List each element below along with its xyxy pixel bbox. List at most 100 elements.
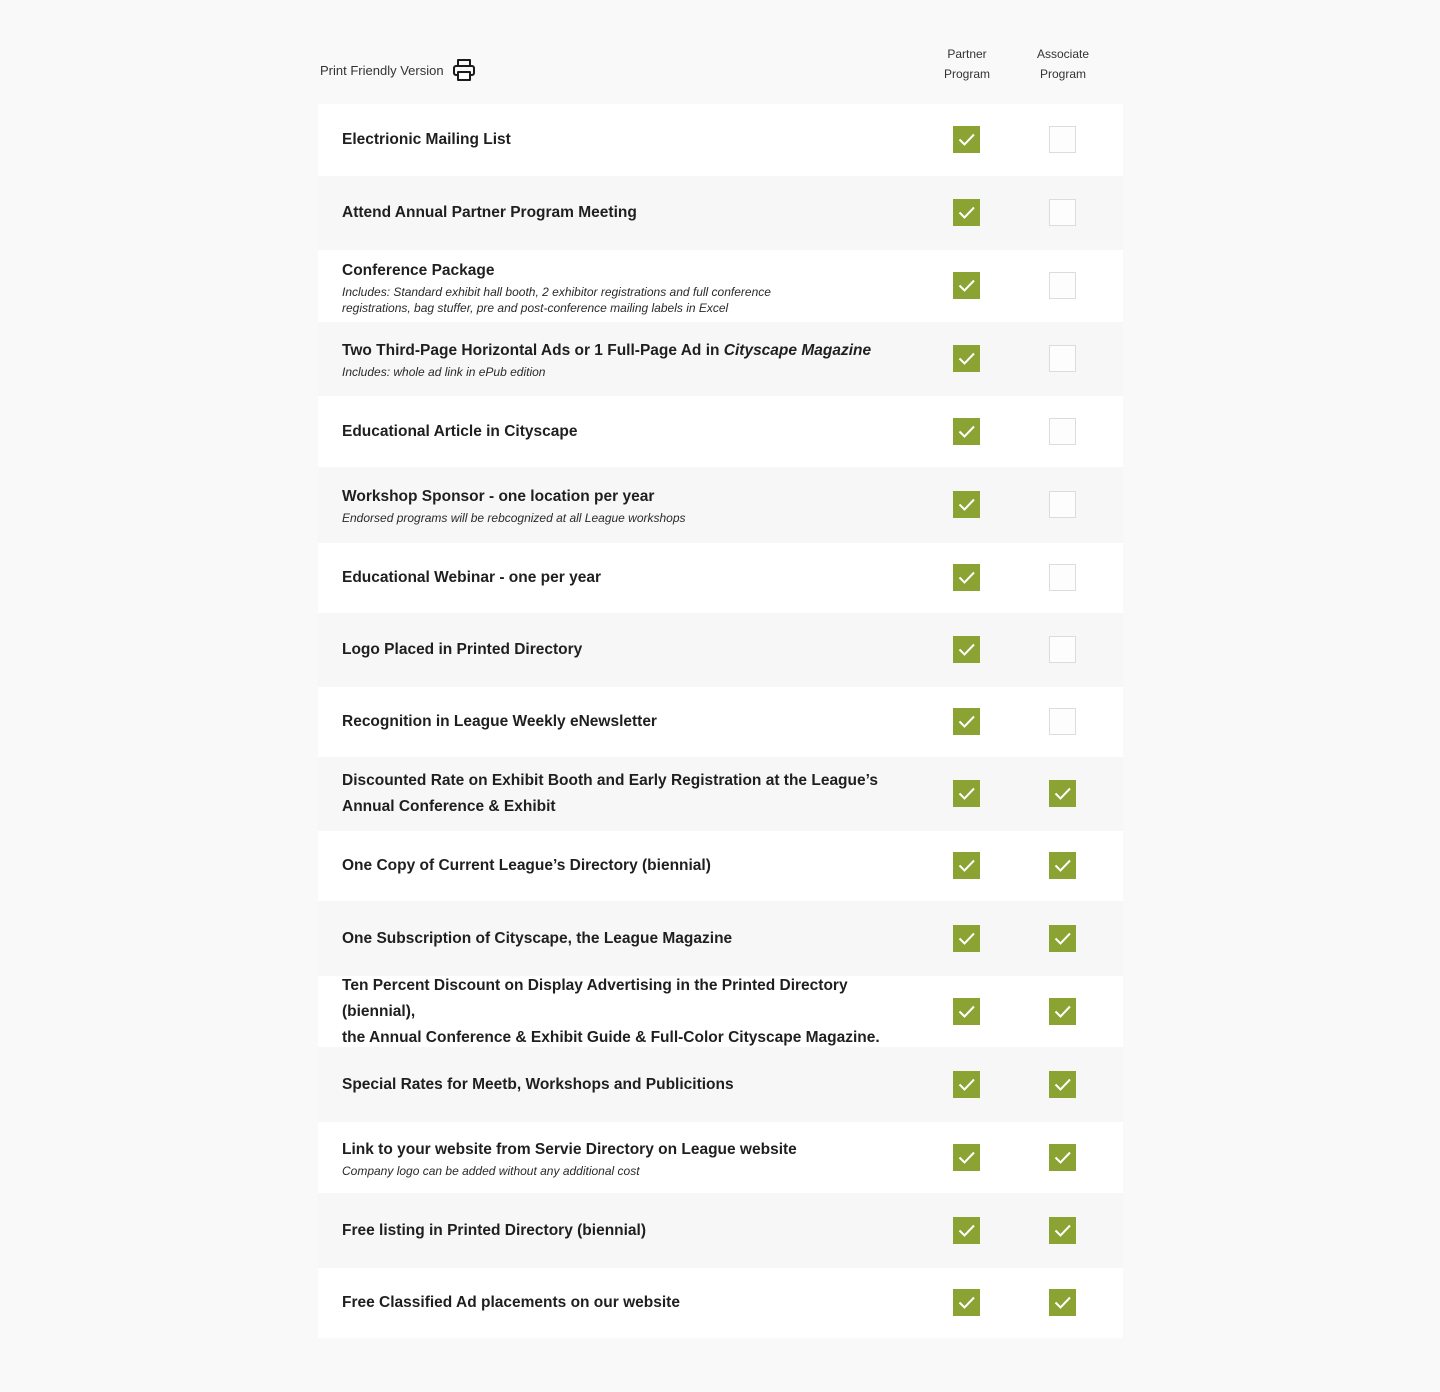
partner-checkbox [953, 852, 980, 879]
benefit-title: Attend Annual Partner Program Meeting [342, 204, 637, 221]
partner-checkbox [953, 1143, 980, 1171]
benefit-title: Educational Webinar - one per year [342, 569, 601, 586]
printer-icon [452, 58, 476, 82]
benefit-row: Workshop Sponsor - one location per year… [318, 467, 1123, 543]
column-header-partner-line2: Program [943, 67, 990, 81]
partner-checkbox [953, 345, 980, 372]
column-header-associate-line1: Associate [1036, 47, 1090, 61]
check-icon [1054, 1151, 1071, 1164]
benefit-title: Two Third-Page Horizontal Ads or 1 Full-… [342, 342, 724, 359]
benefit-row: Logo Placed in Printed Directory [318, 613, 1123, 687]
benefit-row: Conference Package Includes: Standard ex… [318, 250, 1123, 322]
check-icon [958, 206, 975, 219]
check-icon [958, 932, 975, 945]
check-icon [1054, 1005, 1071, 1018]
partner-checkbox [953, 491, 980, 518]
benefit-subtitle: Endorsed programs will be rebcognized at… [342, 511, 686, 525]
check-icon [958, 1296, 975, 1309]
benefit-row: Electrionic Mailing List [318, 104, 1123, 176]
partner-checkbox [953, 417, 980, 445]
partner-checkbox [953, 126, 980, 153]
benefit-title: Discounted Rate on Exhibit Booth and Ear… [342, 772, 878, 789]
benefit-title: Educational Article in Cityscape [342, 422, 578, 440]
partner-checkbox [953, 708, 980, 735]
benefit-row: One Subscription of Cityscape, the Leagu… [318, 901, 1123, 976]
column-header-associate: Associate Program [1018, 44, 1108, 84]
benefit-title: Free Classified Ad placements on our web… [342, 1294, 680, 1311]
partner-checkbox [953, 924, 980, 952]
benefits-comparison: Print Friendly Version Partner Program A… [318, 0, 1123, 1338]
partner-checkbox [953, 780, 980, 807]
benefit-title: Ten Percent Discount on Display Advertis… [342, 976, 848, 1020]
benefit-title: Logo Placed in Printed Directory [342, 641, 583, 658]
partner-checkbox [953, 636, 980, 663]
check-icon [1054, 787, 1071, 800]
check-icon [958, 1078, 975, 1091]
benefit-title-line2: Annual Conference & Exhibit [342, 798, 556, 815]
associate-checkbox [1049, 1216, 1076, 1244]
check-icon [958, 498, 975, 511]
benefit-subtitle: Includes: whole ad link in ePub edition [342, 365, 546, 379]
associate-checkbox [1049, 1070, 1076, 1098]
associate-checkbox [1049, 852, 1076, 879]
benefit-title: Workshop Sponsor - one location per year [342, 488, 655, 505]
benefit-row: Educational Article in Cityscape [318, 396, 1123, 467]
benefit-title: One Copy of Current League’s Directory (… [342, 857, 711, 874]
check-icon [958, 643, 975, 656]
check-icon [958, 352, 975, 365]
associate-checkbox [1049, 491, 1076, 518]
benefit-row: Discounted Rate on Exhibit Booth and Ear… [318, 757, 1123, 831]
print-friendly-link[interactable]: Print Friendly Version [320, 58, 476, 82]
column-header-partner: Partner Program [922, 44, 1012, 84]
check-icon [958, 279, 975, 292]
benefit-row: Free Classified Ad placements on our web… [318, 1268, 1123, 1338]
benefit-title: Electrionic Mailing List [342, 131, 511, 148]
associate-checkbox [1049, 126, 1076, 153]
associate-checkbox [1049, 417, 1076, 445]
partner-checkbox [953, 1216, 980, 1244]
check-icon [1054, 1224, 1071, 1237]
associate-checkbox [1049, 272, 1076, 299]
check-icon [958, 859, 975, 872]
check-icon [958, 133, 975, 146]
associate-checkbox [1049, 780, 1076, 807]
associate-checkbox [1049, 564, 1076, 591]
partner-checkbox [953, 1070, 980, 1098]
check-icon [1054, 859, 1071, 872]
partner-checkbox [953, 564, 980, 591]
print-friendly-label: Print Friendly Version [320, 62, 444, 78]
benefit-row: Free listing in Printed Directory (bienn… [318, 1193, 1123, 1268]
partner-checkbox [953, 997, 980, 1025]
benefit-row: Link to your website from Servie Directo… [318, 1122, 1123, 1193]
benefit-row: Ten Percent Discount on Display Advertis… [318, 976, 1123, 1047]
check-icon [1054, 1078, 1071, 1091]
benefit-row: Special Rates for Meetb, Workshops and P… [318, 1047, 1123, 1122]
benefit-title: Recognition in League Weekly eNewsletter [342, 713, 657, 730]
associate-checkbox [1049, 708, 1076, 735]
benefit-title: Free listing in Printed Directory (bienn… [342, 1221, 647, 1239]
partner-checkbox [953, 272, 980, 299]
comparison-header: Print Friendly Version Partner Program A… [318, 0, 1123, 104]
column-header-associate-line2: Program [1039, 67, 1086, 81]
benefit-title: Conference Package [342, 262, 495, 279]
benefit-subtitle: Company logo can be added without any ad… [342, 1163, 640, 1178]
associate-checkbox [1049, 636, 1076, 663]
check-icon [958, 1224, 975, 1237]
check-icon [958, 1005, 975, 1018]
associate-checkbox [1049, 199, 1076, 226]
check-icon [958, 571, 975, 584]
column-header-partner-line1: Partner [947, 47, 987, 61]
check-icon [1054, 932, 1071, 945]
associate-checkbox [1049, 997, 1076, 1025]
benefit-row: Attend Annual Partner Program Meeting [318, 176, 1123, 250]
benefit-title: One Subscription of Cityscape, the Leagu… [342, 929, 733, 947]
check-icon [958, 715, 975, 728]
check-icon [958, 1151, 975, 1164]
benefit-row: Educational Webinar - one per year [318, 543, 1123, 613]
associate-checkbox [1049, 1289, 1076, 1316]
benefit-title-italic: Cityscape Magazine [723, 342, 872, 359]
check-icon [1054, 1296, 1071, 1309]
associate-checkbox [1049, 1143, 1076, 1171]
benefit-row: One Copy of Current League’s Directory (… [318, 831, 1123, 901]
partner-checkbox [953, 199, 980, 226]
